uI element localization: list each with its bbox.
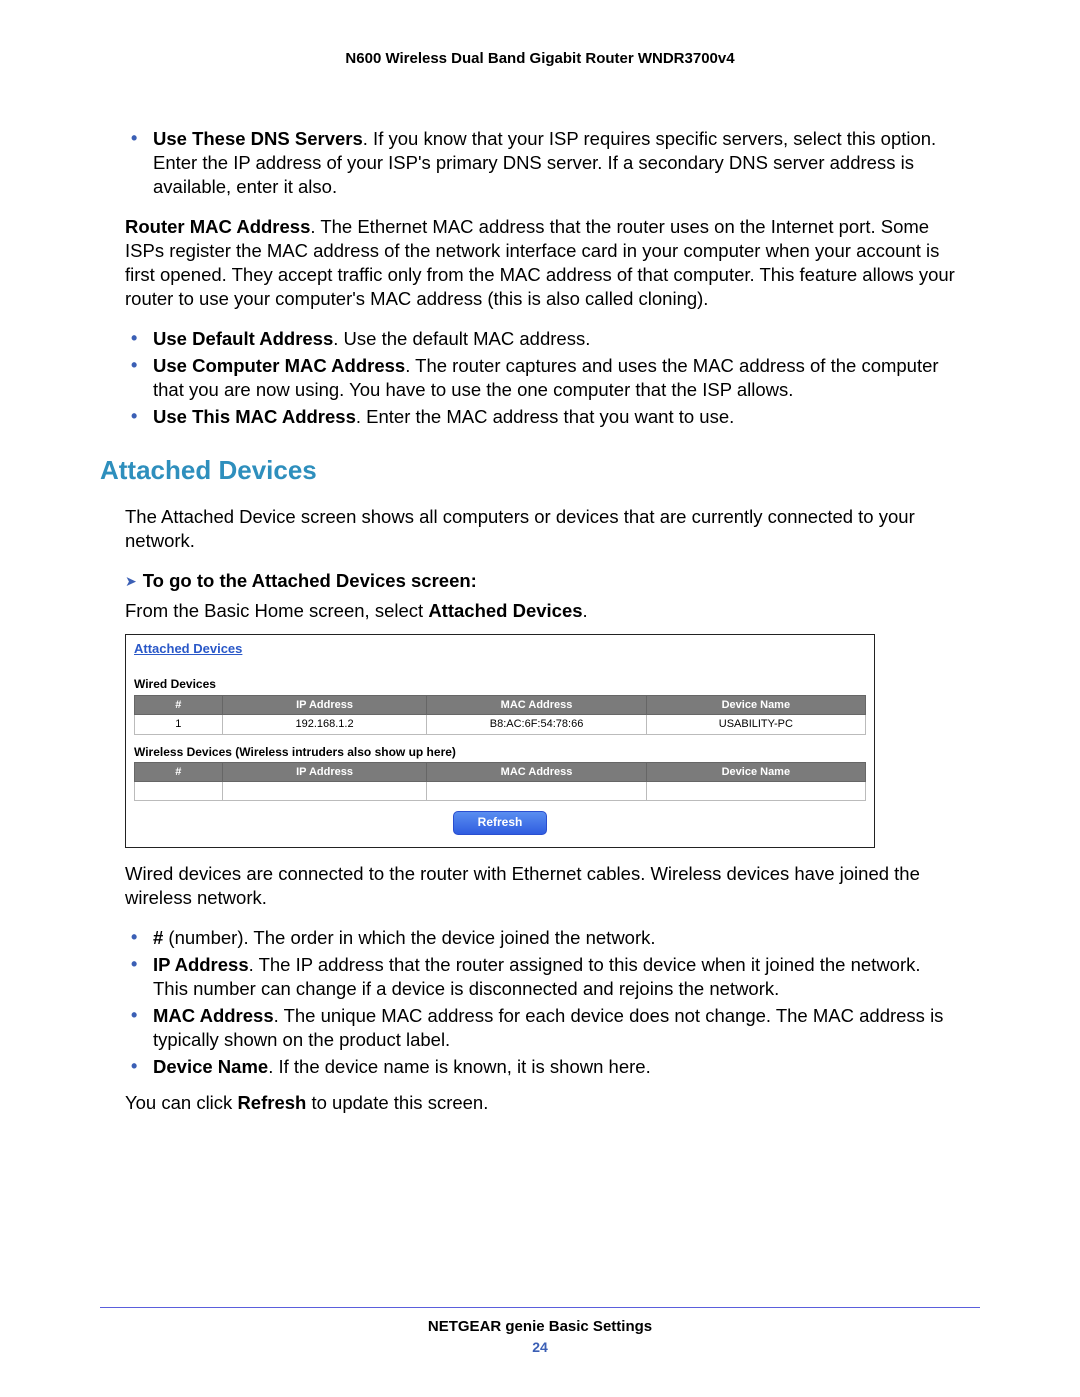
bullet-text: . The IP address that the router assigne… (153, 954, 921, 999)
bullet-bold: Use These DNS Servers (153, 128, 363, 149)
refresh-bold: Refresh (237, 1092, 306, 1113)
field-bullet-ip: IP Address. The IP address that the rout… (125, 953, 955, 1001)
step-heading-text: To go to the Attached Devices screen: (143, 570, 477, 591)
section-intro: The Attached Device screen shows all com… (125, 505, 955, 553)
mac-paragraph: Router MAC Address. The Ethernet MAC add… (125, 215, 955, 311)
after-screenshot-text: Wired devices are connected to the route… (125, 862, 955, 910)
mac-para-bold: Router MAC Address (125, 216, 310, 237)
col-header-name: Device Name (646, 695, 865, 714)
section-heading-attached-devices: Attached Devices (100, 454, 955, 488)
bullet-bold: IP Address (153, 954, 249, 975)
field-bullet-mac: MAC Address. The unique MAC address for … (125, 1004, 955, 1052)
mac-bullet-default: Use Default Address. Use the default MAC… (125, 327, 955, 351)
step-instruction: From the Basic Home screen, select Attac… (125, 599, 955, 623)
refresh-instruction: You can click Refresh to update this scr… (125, 1091, 955, 1115)
step-line-pre: From the Basic Home screen, select (125, 600, 428, 621)
cell-num: 1 (135, 715, 223, 734)
mac-bullet-computer: Use Computer MAC Address. The router cap… (125, 354, 955, 402)
dns-bullet: Use These DNS Servers. If you know that … (125, 127, 955, 199)
bullet-text: . Use the default MAC address. (333, 328, 590, 349)
dns-bullet-list: Use These DNS Servers. If you know that … (125, 127, 955, 199)
step-line-post: . (583, 600, 588, 621)
mac-bullet-this: Use This MAC Address. Enter the MAC addr… (125, 405, 955, 429)
bullet-bold: # (153, 927, 163, 948)
page-number: 24 (100, 1339, 980, 1355)
bullet-text: (number). The order in which the device … (163, 927, 655, 948)
screenshot-attached-devices: Attached Devices Wired Devices # IP Addr… (125, 634, 875, 849)
arrow-icon: ➤ (125, 572, 137, 590)
col-header-ip: IP Address (222, 695, 427, 714)
table-row: 1 192.168.1.2 B8:AC:6F:54:78:66 USABILIT… (135, 715, 866, 734)
wireless-devices-label: Wireless Devices (Wireless intruders als… (134, 745, 866, 761)
mac-bullet-list: Use Default Address. Use the default MAC… (125, 327, 955, 429)
cell-mac: B8:AC:6F:54:78:66 (427, 715, 646, 734)
step-heading: ➤ To go to the Attached Devices screen: (125, 569, 955, 593)
bullet-bold: Use This MAC Address (153, 406, 356, 427)
col-header-mac: MAC Address (427, 763, 646, 782)
cell-ip: 192.168.1.2 (222, 715, 427, 734)
col-header-num: # (135, 763, 223, 782)
screenshot-title: Attached Devices (134, 641, 866, 658)
cell-name: USABILITY-PC (646, 715, 865, 734)
footer-title: NETGEAR genie Basic Settings (100, 1318, 980, 1335)
col-header-name: Device Name (646, 763, 865, 782)
col-header-mac: MAC Address (427, 695, 646, 714)
page-footer: NETGEAR genie Basic Settings 24 (100, 1307, 980, 1355)
bullet-bold: Device Name (153, 1056, 268, 1077)
field-bullet-list: # (number). The order in which the devic… (125, 926, 955, 1079)
wired-devices-table: # IP Address MAC Address Device Name 1 1… (134, 695, 866, 735)
step-line-bold: Attached Devices (428, 600, 582, 621)
field-bullet-name: Device Name. If the device name is known… (125, 1055, 955, 1079)
bullet-bold: Use Computer MAC Address (153, 355, 405, 376)
bullet-bold: MAC Address (153, 1005, 274, 1026)
wireless-devices-table: # IP Address MAC Address Device Name (134, 762, 866, 801)
refresh-post: to update this screen. (306, 1092, 488, 1113)
col-header-ip: IP Address (222, 763, 427, 782)
table-row (135, 782, 866, 801)
wired-devices-label: Wired Devices (134, 677, 866, 693)
bullet-text: . Enter the MAC address that you want to… (356, 406, 734, 427)
col-header-num: # (135, 695, 223, 714)
refresh-button[interactable]: Refresh (453, 811, 548, 835)
page-header: N600 Wireless Dual Band Gigabit Router W… (100, 50, 980, 67)
field-bullet-num: # (number). The order in which the devic… (125, 926, 955, 950)
bullet-bold: Use Default Address (153, 328, 333, 349)
refresh-pre: You can click (125, 1092, 237, 1113)
bullet-text: . If the device name is known, it is sho… (268, 1056, 651, 1077)
